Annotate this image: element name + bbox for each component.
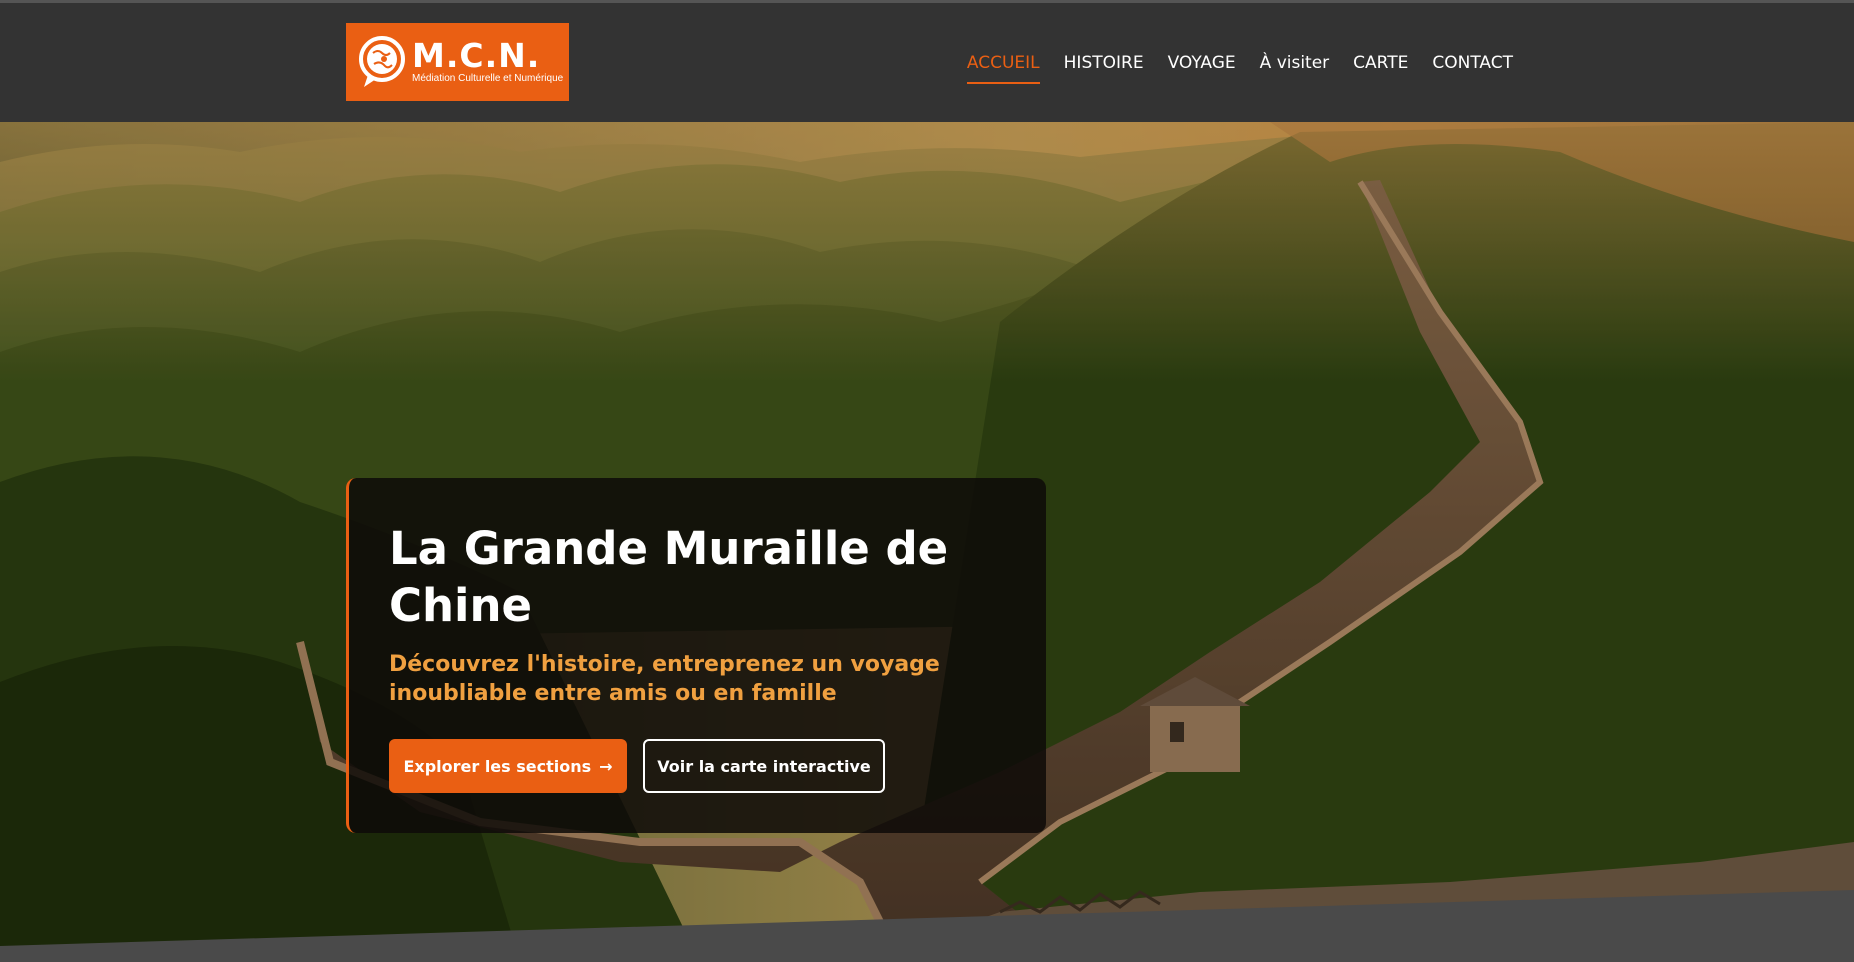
hero-section: La Grande Muraille de Chine Découvrez l'…: [0, 122, 1854, 962]
speech-bubble-globe-icon: [359, 36, 405, 87]
nav-item-a-visiter[interactable]: À visiter: [1260, 53, 1330, 84]
hero-card: La Grande Muraille de Chine Découvrez l'…: [346, 478, 1046, 833]
nav-item-histoire[interactable]: HISTOIRE: [1064, 53, 1144, 84]
arrow-right-icon: →: [599, 756, 613, 776]
hero-actions: Explorer les sections → Voir la carte in…: [389, 739, 1006, 793]
hero-subtitle: Découvrez l'histoire, entreprenez un voy…: [389, 652, 940, 706]
explore-sections-button[interactable]: Explorer les sections →: [389, 739, 627, 793]
brand-name: M.C.N.: [412, 36, 541, 75]
hero-bottom-divider: [0, 890, 1854, 962]
hero-title: La Grande Muraille de Chine: [389, 522, 949, 632]
site-header: M.C.N. Médiation Culturelle et Numérique…: [0, 0, 1854, 122]
nav-item-contact[interactable]: CONTACT: [1432, 53, 1513, 84]
explore-sections-label: Explorer les sections: [403, 756, 592, 776]
interactive-map-button[interactable]: Voir la carte interactive: [643, 739, 885, 793]
nav-item-accueil[interactable]: ACCUEIL: [966, 53, 1040, 84]
nav-item-carte[interactable]: CARTE: [1353, 53, 1408, 84]
brand-tagline: Médiation Culturelle et Numérique: [412, 73, 564, 84]
nav-item-voyage[interactable]: VOYAGE: [1168, 53, 1236, 84]
logo-link[interactable]: M.C.N. Médiation Culturelle et Numérique: [346, 23, 569, 101]
main-nav: ACCUEIL HISTOIRE VOYAGE À visiter CARTE …: [943, 53, 1513, 84]
